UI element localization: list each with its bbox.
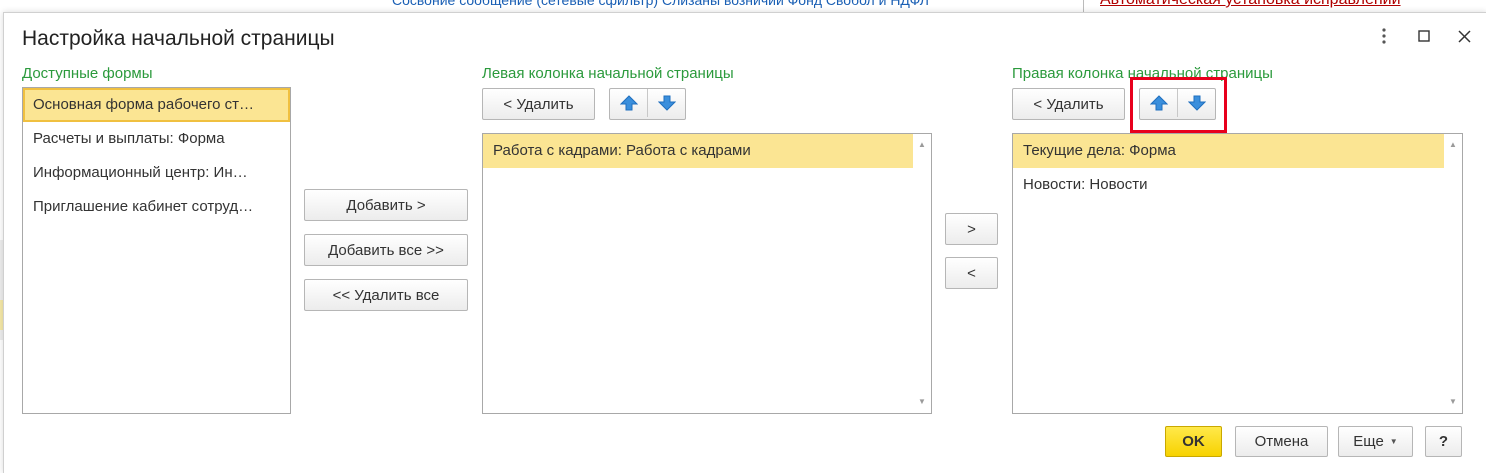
more-button-label: Еще	[1353, 433, 1384, 450]
scroll-up-icon[interactable]: ▲	[917, 140, 927, 150]
remove-all-button[interactable]: << Удалить все	[304, 279, 468, 311]
move-to-right-button[interactable]: >	[945, 213, 998, 245]
dialog-title: Настройка начальной страницы	[22, 27, 335, 50]
scroll-down-icon[interactable]: ▼	[1448, 397, 1458, 407]
left-column-label: Левая колонка начальной страницы	[482, 65, 734, 82]
right-column-list[interactable]: Текущие дела: Форма Новости: Новости ▲ ▼	[1012, 133, 1463, 414]
left-move-down-button[interactable]	[647, 89, 685, 117]
home-page-settings-dialog: Настройка начальной страницы Доступные ф…	[3, 12, 1486, 473]
scroll-down-icon[interactable]: ▼	[917, 397, 927, 407]
title-bar-controls	[1375, 27, 1473, 45]
list-item[interactable]: Работа с кадрами: Работа с кадрами	[483, 134, 913, 168]
right-remove-button[interactable]: < Удалить	[1012, 88, 1125, 120]
list-item[interactable]: Приглашение кабинет сотруд…	[23, 190, 290, 224]
chevron-down-icon: ▼	[1389, 437, 1398, 446]
list-item[interactable]: Основная форма рабочего ст…	[23, 88, 290, 122]
close-icon[interactable]	[1455, 27, 1473, 45]
ok-button[interactable]: OK	[1165, 426, 1222, 457]
more-button[interactable]: Еще ▼	[1338, 426, 1413, 457]
background-link: Сосвоние сообщение (сетевые сфильтр) Сли…	[392, 0, 929, 8]
list-item[interactable]: Расчеты и выплаты: Форма	[23, 122, 290, 156]
maximize-icon[interactable]	[1415, 27, 1433, 45]
arrow-down-icon	[657, 95, 676, 111]
move-to-left-button[interactable]: <	[945, 257, 998, 289]
list-item[interactable]: Текущие дела: Форма	[1013, 134, 1444, 168]
available-forms-label: Доступные формы	[22, 65, 153, 82]
list-item[interactable]: Новости: Новости	[1013, 168, 1462, 202]
left-column-list[interactable]: Работа с кадрами: Работа с кадрами ▲ ▼	[482, 133, 932, 414]
add-all-button[interactable]: Добавить все >>	[304, 234, 468, 266]
left-move-buttons	[609, 88, 686, 120]
left-remove-button[interactable]: < Удалить	[482, 88, 595, 120]
scroll-up-icon[interactable]: ▲	[1448, 140, 1458, 150]
list-item[interactable]: Информационный центр: Ин…	[23, 156, 290, 190]
help-button[interactable]: ?	[1425, 426, 1462, 457]
annotation-highlight-box	[1130, 77, 1227, 133]
arrow-up-icon	[619, 95, 638, 111]
available-forms-list[interactable]: Основная форма рабочего ст… Расчеты и вы…	[22, 87, 291, 414]
left-move-up-button[interactable]	[610, 89, 647, 117]
auto-updates-link[interactable]: Автоматическая установка исправлений	[1100, 0, 1401, 9]
background-divider	[1083, 0, 1084, 12]
add-button[interactable]: Добавить >	[304, 189, 468, 221]
more-icon[interactable]	[1375, 27, 1393, 45]
cancel-button[interactable]: Отмена	[1235, 426, 1328, 457]
